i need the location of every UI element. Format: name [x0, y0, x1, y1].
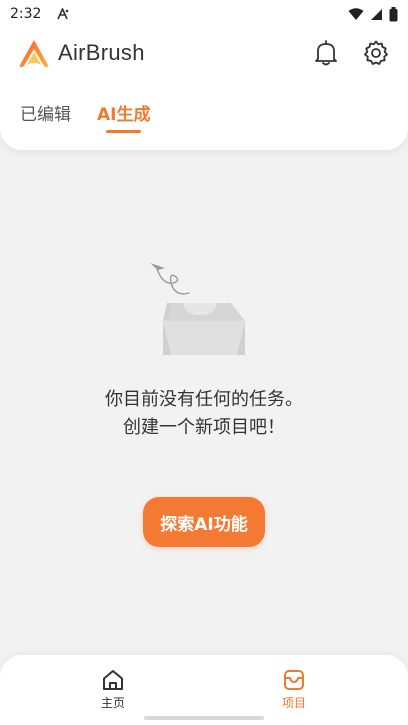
tab-edited-label: 已编辑 [20, 105, 71, 125]
header: 2:32 AirBrush 已编辑 AI生成 [0, 0, 408, 150]
gear-icon [364, 40, 388, 65]
empty-state-message: 你目前没有任何的任务。 创建一个新项目吧！ [0, 386, 408, 442]
battery-icon [389, 6, 398, 21]
explore-ai-button[interactable]: 探索AI功能 [143, 497, 265, 547]
projects-icon [284, 670, 304, 690]
nav-item-home[interactable]: 主页 [83, 669, 143, 711]
bottom-nav: 主页 项目 [0, 655, 408, 725]
wifi-icon [348, 7, 364, 20]
app-name: AirBrush [58, 40, 145, 65]
gesture-bar [144, 716, 264, 720]
nav-item-projects[interactable]: 项目 [264, 669, 324, 711]
tab-ai-generated-label: AI生成 [97, 105, 151, 125]
app-bar: AirBrush [18, 36, 390, 70]
empty-box-illustration-icon [150, 263, 245, 355]
settings-button[interactable] [362, 39, 390, 67]
nav-home-label: 主页 [100, 696, 125, 710]
accessibility-icon [57, 8, 69, 20]
tab-edited[interactable]: 已编辑 [20, 100, 71, 134]
tab-ai-generated[interactable]: AI生成 [97, 100, 150, 134]
status-bar: 2:32 [0, 0, 408, 28]
screen: 2:32 AirBrush 已编辑 AI生成 你目前没有任何的任务。 创建一个新… [0, 0, 408, 725]
signal-icon [371, 8, 382, 20]
app-actions [312, 39, 390, 67]
bell-icon [315, 40, 337, 66]
active-tab-indicator [106, 130, 142, 133]
home-icon [103, 670, 123, 690]
airbrush-logo-icon [18, 38, 50, 68]
status-time: 2:32 [10, 6, 42, 22]
nav-projects-label: 项目 [281, 696, 306, 710]
status-icons [348, 6, 398, 22]
project-tabs: 已编辑 AI生成 [20, 100, 150, 134]
notification-button[interactable] [312, 39, 340, 67]
empty-state-line1: 你目前没有任何的任务。 [105, 389, 303, 410]
empty-state-line2: 创建一个新项目吧！ [123, 417, 285, 438]
